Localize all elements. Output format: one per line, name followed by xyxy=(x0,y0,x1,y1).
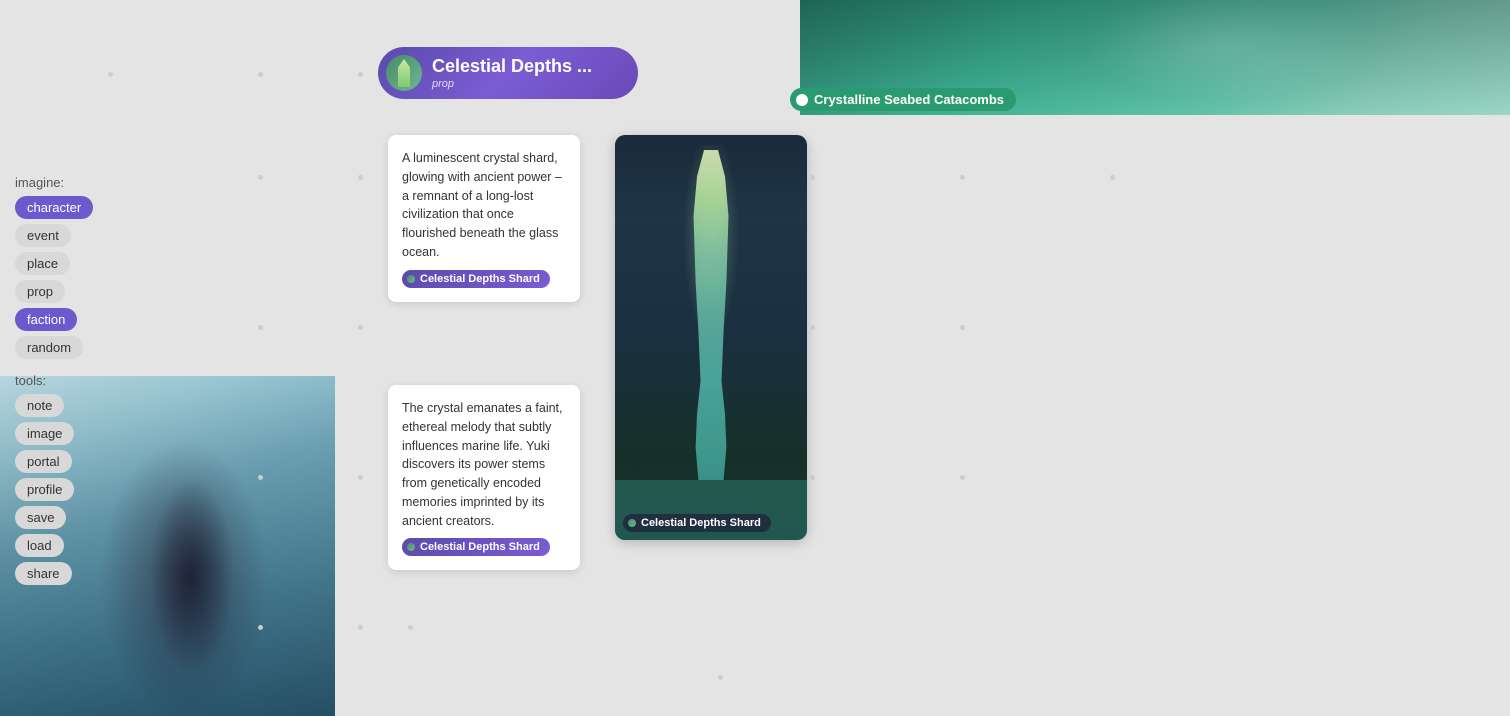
sidebar-tools-label: tools: xyxy=(15,373,145,388)
sidebar-imagine-buttons: character event place prop faction rando… xyxy=(15,196,145,359)
main-node-subtitle: prop xyxy=(432,78,592,90)
sidebar-item-image[interactable]: image xyxy=(15,422,74,445)
crystal-label-dot xyxy=(628,519,636,527)
crystal-visual xyxy=(615,135,807,540)
card-label-2-dot xyxy=(407,543,415,551)
card-label-2-text: Celestial Depths Shard xyxy=(420,541,540,553)
seabed-node-label: Crystalline Seabed Catacombs xyxy=(814,92,1004,107)
sidebar-imagine-label: imagine: xyxy=(15,175,145,190)
crystal-shape xyxy=(676,150,746,480)
sidebar-tools-buttons: note image portal profile save load shar… xyxy=(15,394,145,585)
seabed-node[interactable]: Crystalline Seabed Catacombs xyxy=(790,88,1016,111)
sidebar-item-load[interactable]: load xyxy=(15,534,64,557)
card-label-1-text: Celestial Depths Shard xyxy=(420,273,540,285)
info-card-2-text: The crystal emanates a faint, ethereal m… xyxy=(402,399,566,530)
card-label-1-dot xyxy=(407,275,415,283)
main-node-text: Celestial Depths ... prop xyxy=(432,56,592,90)
sidebar: imagine: character event place prop fact… xyxy=(15,175,145,599)
crystal-card[interactable]: Celestial Depths Shard xyxy=(615,135,807,540)
info-card-1-label[interactable]: Celestial Depths Shard xyxy=(402,270,550,288)
main-node-pill[interactable]: Celestial Depths ... prop xyxy=(378,47,638,99)
crystal-label-text: Celestial Depths Shard xyxy=(641,517,761,529)
main-node-icon xyxy=(386,55,422,91)
crystal-body xyxy=(676,150,746,480)
main-node-title: Celestial Depths ... xyxy=(432,56,592,78)
seabed-node-dot xyxy=(796,94,808,106)
sidebar-item-portal[interactable]: portal xyxy=(15,450,72,473)
sidebar-item-profile[interactable]: profile xyxy=(15,478,74,501)
sidebar-item-note[interactable]: note xyxy=(15,394,64,417)
main-node[interactable]: Celestial Depths ... prop xyxy=(378,47,638,99)
sidebar-item-prop[interactable]: prop xyxy=(15,280,65,303)
info-card-2-label[interactable]: Celestial Depths Shard xyxy=(402,538,550,556)
sidebar-item-save[interactable]: save xyxy=(15,506,66,529)
info-card-1-text: A luminescent crystal shard, glowing wit… xyxy=(402,149,566,262)
sidebar-item-faction[interactable]: faction xyxy=(15,308,77,331)
sidebar-item-place[interactable]: place xyxy=(15,252,70,275)
info-card-2: The crystal emanates a faint, ethereal m… xyxy=(388,385,580,570)
sidebar-item-random[interactable]: random xyxy=(15,336,83,359)
sidebar-item-character[interactable]: character xyxy=(15,196,93,219)
crystal-card-label[interactable]: Celestial Depths Shard xyxy=(623,514,771,532)
info-card-1: A luminescent crystal shard, glowing wit… xyxy=(388,135,580,302)
sidebar-item-share[interactable]: share xyxy=(15,562,72,585)
sidebar-item-event[interactable]: event xyxy=(15,224,71,247)
